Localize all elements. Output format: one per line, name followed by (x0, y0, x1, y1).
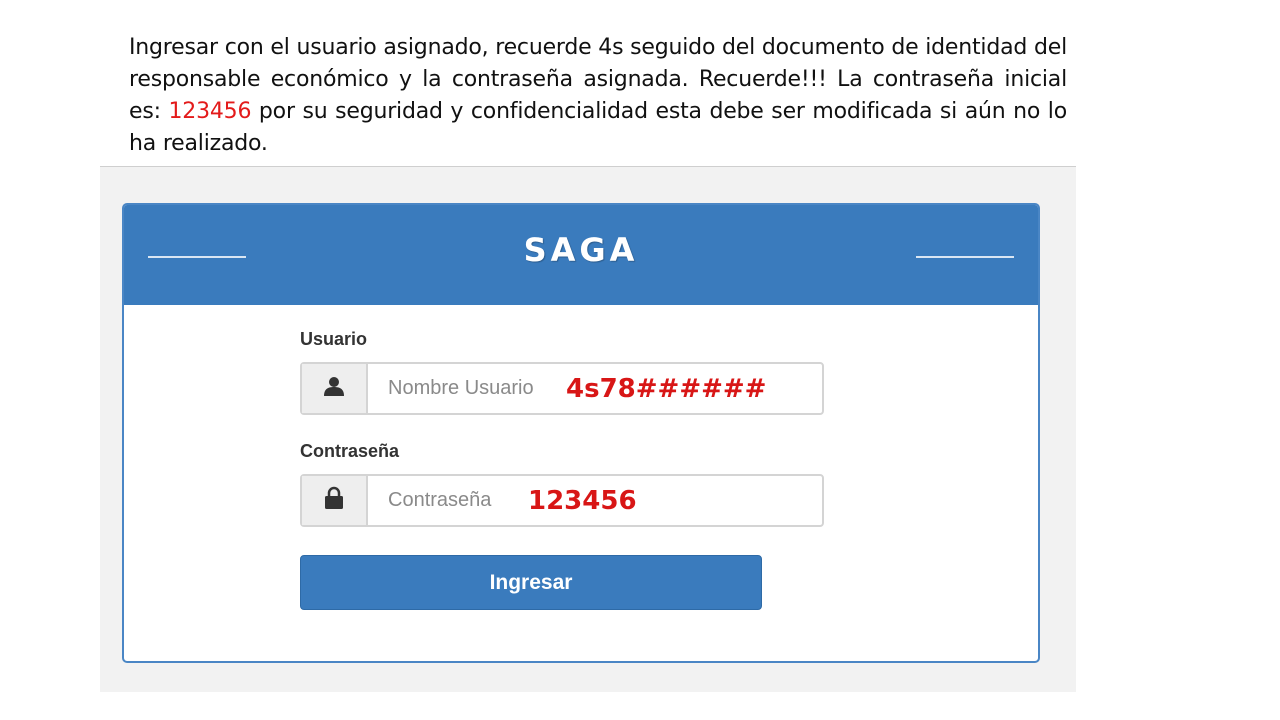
initial-password-highlight: 123456 (168, 99, 252, 124)
login-panel: SAGA Usuario Nombre Usuario 4s78###### C… (122, 203, 1040, 663)
username-annotation: 4s78###### (566, 374, 767, 404)
password-placeholder: Contraseña (388, 489, 492, 511)
login-screenshot: SAGA Usuario Nombre Usuario 4s78###### C… (100, 166, 1076, 692)
login-header: SAGA (124, 205, 1038, 305)
header-divider-right (916, 256, 1014, 258)
app-title: SAGA (523, 231, 639, 269)
password-label: Contraseña (300, 441, 400, 461)
username-addon (302, 364, 368, 413)
password-input[interactable]: Contraseña 123456 (368, 476, 822, 525)
username-label: Usuario (300, 329, 368, 349)
password-annotation: 123456 (528, 486, 637, 516)
instructions-part-2: por su seguridad y confidencialidad esta… (129, 99, 1067, 156)
password-addon (302, 476, 368, 525)
username-input[interactable]: Nombre Usuario 4s78###### (368, 364, 822, 413)
username-field[interactable]: Nombre Usuario 4s78###### (300, 362, 824, 415)
lock-icon (323, 486, 345, 515)
username-placeholder: Nombre Usuario (388, 377, 534, 399)
password-field[interactable]: Contraseña 123456 (300, 474, 824, 527)
instructions-text: Ingresar con el usuario asignado, recuer… (129, 32, 1067, 160)
submit-button[interactable]: Ingresar (300, 555, 762, 610)
user-icon (323, 375, 345, 402)
